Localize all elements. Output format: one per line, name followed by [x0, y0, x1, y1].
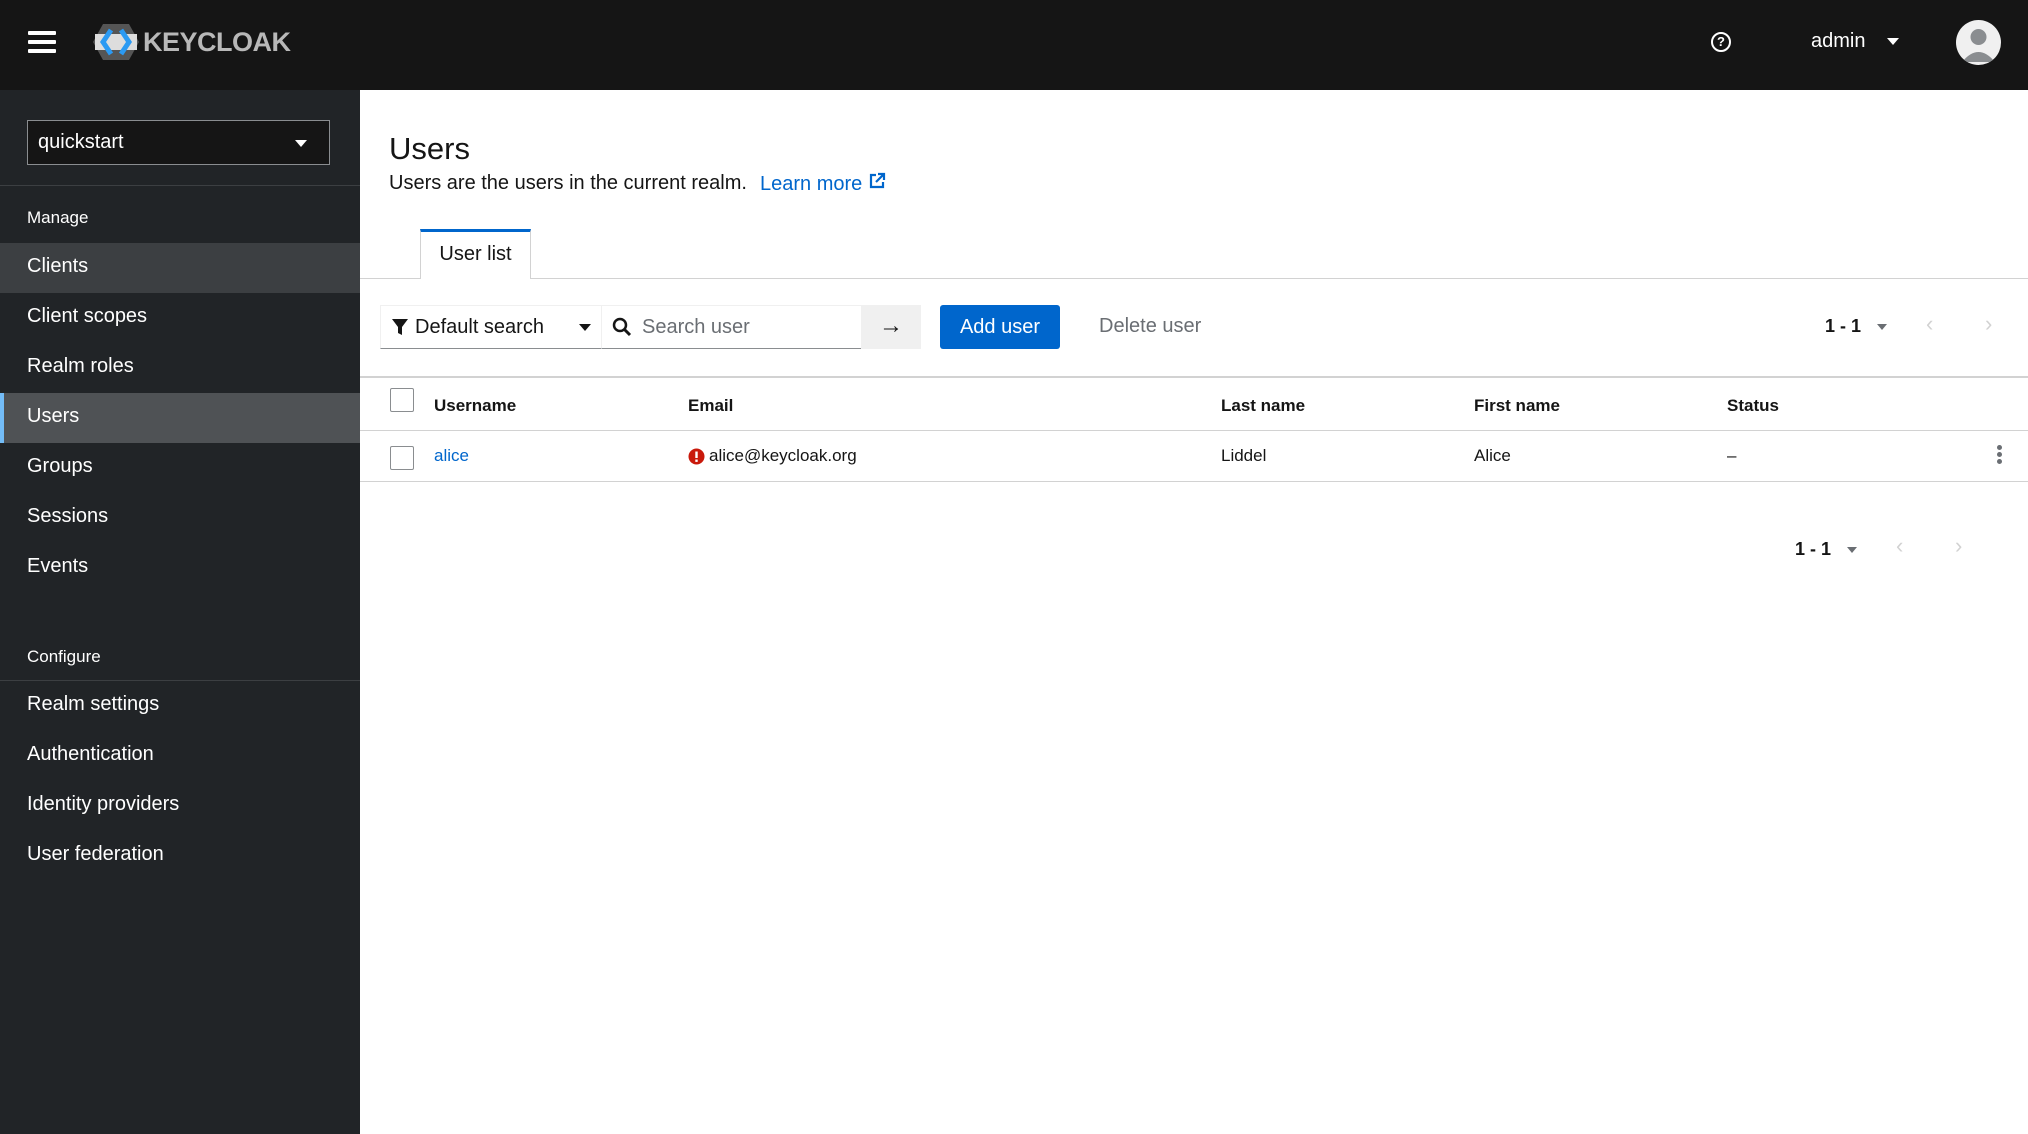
sidebar-item-groups[interactable]: Groups — [0, 443, 360, 493]
user-menu[interactable]: admin — [1811, 30, 1900, 53]
table-top-border — [360, 376, 2028, 378]
keycloak-logo[interactable]: KEYCLOAK — [93, 22, 291, 62]
sidebar-item-realm-settings[interactable]: Realm settings — [0, 681, 360, 731]
section-manage: Manage — [27, 208, 89, 227]
hamburger-menu-icon[interactable] — [28, 31, 56, 53]
sidebar-item-events[interactable]: Events — [0, 543, 360, 593]
sidebar-item-sessions[interactable]: Sessions — [0, 493, 360, 543]
column-status[interactable]: Status — [1727, 396, 1779, 416]
status-cell: – — [1727, 446, 1737, 465]
header-divider — [360, 430, 2028, 431]
tab-divider — [360, 278, 2028, 279]
column-first-name[interactable]: First name — [1474, 396, 1560, 416]
prev-page-icon[interactable]: ‹ — [1896, 533, 1903, 559]
pagination-top[interactable]: 1 - 1 — [1825, 316, 1888, 337]
next-page-icon[interactable]: › — [1955, 533, 1962, 559]
pagination-range: 1 - 1 — [1825, 316, 1862, 336]
next-page-icon[interactable]: › — [1985, 311, 1992, 337]
realm-selector[interactable]: quickstart — [27, 120, 330, 165]
filter-icon — [392, 319, 408, 335]
caret-down-icon — [1847, 546, 1858, 553]
kebab-menu-icon[interactable] — [1997, 445, 2003, 466]
select-all-checkbox[interactable] — [390, 388, 414, 412]
search-submit-arrow-icon[interactable]: → — [861, 305, 921, 349]
sidebar-item-users[interactable]: Users — [0, 393, 360, 443]
pagination-range: 1 - 1 — [1795, 539, 1832, 559]
row-divider — [360, 481, 2028, 482]
search-placeholder: Search user — [642, 315, 750, 338]
pagination-bottom[interactable]: 1 - 1 — [1795, 539, 1858, 560]
sidebar-item-client-scopes[interactable]: Client scopes — [0, 293, 360, 343]
masthead: KEYCLOAK ? admin — [0, 0, 2028, 90]
sidebar-item-identity-providers[interactable]: Identity providers — [0, 781, 360, 831]
search-type-dropdown[interactable]: Default search — [380, 305, 602, 349]
email-text: alice@keycloak.org — [709, 446, 857, 465]
learn-more-link[interactable]: Learn more — [760, 172, 886, 196]
caret-down-icon — [579, 323, 591, 331]
sidebar-item-clients[interactable]: Clients — [0, 243, 360, 293]
avatar[interactable] — [1956, 20, 2001, 65]
caret-down-icon — [1877, 323, 1888, 330]
sidebar-item-authentication[interactable]: Authentication — [0, 731, 360, 781]
add-user-button[interactable]: Add user — [940, 305, 1060, 349]
column-email[interactable]: Email — [688, 396, 733, 416]
page-title: Users — [389, 131, 470, 166]
learn-more-text: Learn more — [760, 173, 863, 195]
last-name-cell: Liddel — [1221, 446, 1267, 465]
section-configure: Configure — [27, 647, 101, 666]
keycloak-logo-icon — [93, 24, 139, 60]
filter-label: Default search — [415, 315, 544, 338]
column-last-name[interactable]: Last name — [1221, 396, 1305, 416]
external-link-icon — [869, 172, 885, 189]
help-icon[interactable]: ? — [1711, 32, 1731, 52]
username-link[interactable]: alice — [434, 446, 469, 466]
page-description: Users are the users in the current realm… — [389, 172, 747, 194]
delete-user-button[interactable]: Delete user — [1099, 315, 1201, 338]
sidebar-item-realm-roles[interactable]: Realm roles — [0, 343, 360, 393]
divider — [0, 185, 360, 186]
sidebar-item-user-federation[interactable]: User federation — [0, 831, 360, 881]
user-name: admin — [1811, 30, 1866, 52]
row-checkbox[interactable] — [390, 446, 414, 470]
search-icon — [612, 317, 632, 337]
caret-down-icon — [1887, 38, 1900, 45]
search-input[interactable]: Search user — [601, 305, 862, 349]
prev-page-icon[interactable]: ‹ — [1926, 311, 1933, 337]
realm-name: quickstart — [38, 131, 124, 153]
first-name-cell: Alice — [1474, 446, 1511, 465]
email-cell: alice@keycloak.org — [688, 446, 857, 466]
column-username[interactable]: Username — [434, 396, 516, 416]
exclamation-circle-icon — [688, 448, 705, 464]
tab-user-list[interactable]: User list — [420, 229, 531, 279]
caret-down-icon — [295, 140, 307, 147]
